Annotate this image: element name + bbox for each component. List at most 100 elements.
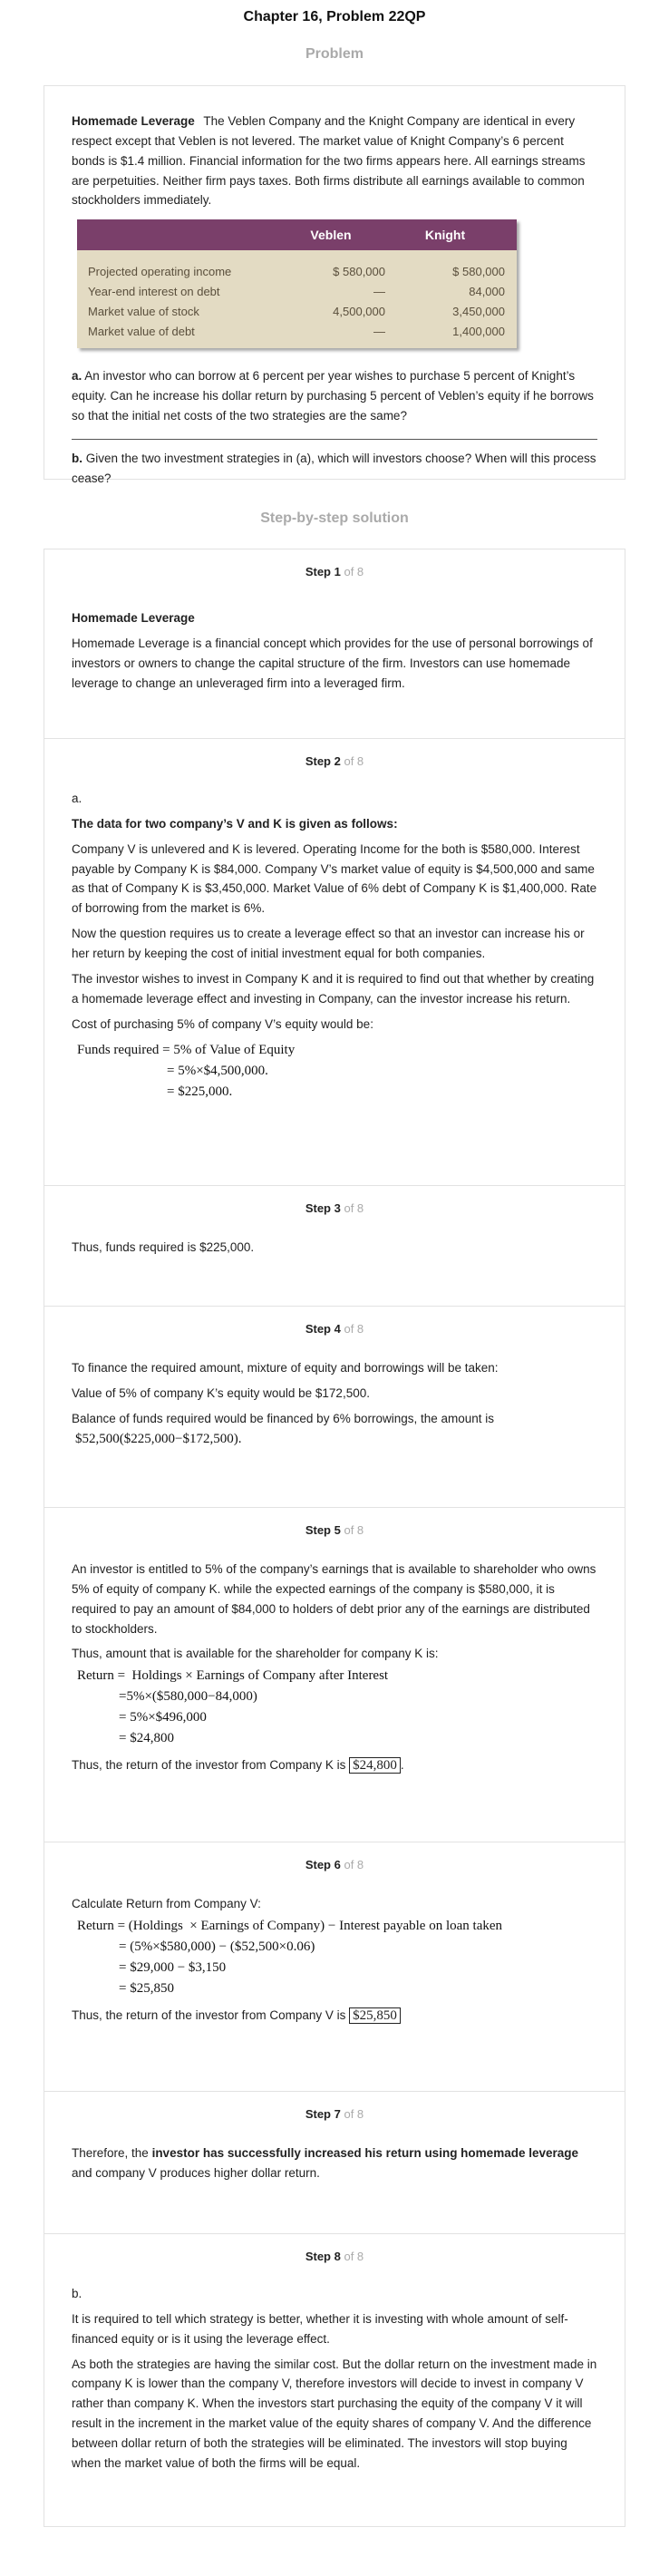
formula-block: Funds required = 5% of Value of Equity =… xyxy=(72,1040,597,1103)
step-8: Step 8 of 8 b. It is required to tell wh… xyxy=(44,2234,625,2526)
solution-section-label: Step-by-step solution xyxy=(260,510,409,526)
question-b-text: Given the two investment strategies in (… xyxy=(72,451,596,485)
step-7: Step 7 of 8 Therefore, the investor has … xyxy=(44,2092,625,2234)
problem-card: Homemade Leverage The Veblen Company and… xyxy=(44,85,625,485)
step-total: of 8 xyxy=(344,1201,364,1215)
step-text: Now the question requires us to create a… xyxy=(72,927,585,961)
part-label: b. xyxy=(72,2287,82,2301)
formula-line: Return = Holdings × Earnings of Company … xyxy=(77,1668,389,1684)
table-header-cell: Veblen xyxy=(310,227,352,242)
step-text: Cost of purchasing 5% of company V’s equ… xyxy=(72,1016,373,1031)
formula-block: Return = (Holdings × Earnings of Company… xyxy=(72,1916,597,1999)
step-4: Step 4 of 8 To finance the required amou… xyxy=(44,1307,625,1508)
formula-line: = $225,000. xyxy=(167,1084,233,1099)
question-a-label: a. xyxy=(72,369,82,384)
table-header: Veblen Knight xyxy=(77,219,517,251)
step-3: Step 3 of 8 Thus, funds required is $225… xyxy=(44,1186,625,1307)
formula-line: $52,500($225,000−$172,500). xyxy=(75,1431,242,1446)
answer-box: $25,850 xyxy=(349,2007,401,2024)
step-text: Therefore, the investor has successfully… xyxy=(72,2143,597,2183)
problem-text: The Veblen Company and the Knight Compan… xyxy=(72,114,586,208)
table-cell: Market value of stock xyxy=(88,304,199,318)
step-text: To finance the required amount, mixture … xyxy=(72,1361,499,1375)
question-a: a. An investor who can borrow at 6 perce… xyxy=(72,366,597,426)
formula-line: Funds required = 5% of Value of Equity xyxy=(77,1042,296,1057)
financial-data-table: Veblen Knight Projected operating income… xyxy=(77,219,517,349)
formula-block: Return = Holdings × Earnings of Company … xyxy=(72,1666,597,1749)
step-conclusion: Thus, the return of the investor from Co… xyxy=(72,1757,404,1774)
answer-box: $24,800 xyxy=(349,1757,401,1774)
table-cell: — xyxy=(373,284,385,298)
formula-line: = (5%×$580,000) − ($52,500×0.06) xyxy=(119,1939,315,1954)
table-cell: Market value of debt xyxy=(88,324,195,338)
text-emphasis: investor has successfully increased his … xyxy=(151,2146,578,2161)
question-b-label: b. xyxy=(72,451,82,465)
part-label: a. xyxy=(72,792,82,806)
conclusion-text: Thus, the return of the investor from Co… xyxy=(72,2007,346,2022)
step-number: Step 7 xyxy=(305,2107,341,2121)
step-header: Step 1 of 8 xyxy=(72,562,597,581)
step-5: Step 5 of 8 An investor is entitled to 5… xyxy=(44,1508,625,1842)
table-row: Market value of debt — 1,400,000 xyxy=(77,321,517,341)
step-text: Thus, funds required is $225,000. xyxy=(72,1240,255,1255)
formula-line: = 5%×$496,000 xyxy=(119,1710,207,1725)
step-header: Step 7 of 8 xyxy=(72,2105,597,2124)
step-text: An investor is entitled to 5% of the com… xyxy=(72,1562,596,1636)
step-1: Step 1 of 8 Homemade Leverage Homemade L… xyxy=(44,549,625,739)
formula-line: Return = (Holdings × Earnings of Company… xyxy=(77,1918,503,1933)
step-conclusion: Thus, the return of the investor from Co… xyxy=(72,2005,597,2027)
step-text: Value of 5% of company K’s equity would … xyxy=(72,1385,370,1400)
step-number: Step 2 xyxy=(305,754,341,768)
step-total: of 8 xyxy=(344,1858,364,1871)
table-cell: — xyxy=(373,324,385,338)
step-text: The investor wishes to invest in Company… xyxy=(72,971,595,1006)
question-b: b. Given the two investment strategies i… xyxy=(72,438,597,489)
step-header: Step 5 of 8 xyxy=(72,1521,597,1540)
step-header: Step 4 of 8 xyxy=(72,1319,597,1338)
step-total: of 8 xyxy=(344,754,364,768)
step-header: Step 2 of 8 xyxy=(72,752,597,771)
step-header: Step 6 of 8 xyxy=(72,1855,597,1874)
step-number: Step 1 xyxy=(305,565,341,578)
table-cell: 3,450,000 xyxy=(452,304,505,318)
step-text: Company V is unlevered and K is levered.… xyxy=(72,841,597,916)
table-cell: 1,400,000 xyxy=(452,324,505,338)
conclusion-text: Thus, the return of the investor from Co… xyxy=(72,1758,346,1773)
formula-line: = $24,800 xyxy=(119,1731,174,1746)
step-total: of 8 xyxy=(344,2107,364,2121)
problem-statement: Homemade Leverage The Veblen Company and… xyxy=(72,112,597,210)
formula-block: $52,500($225,000−$172,500). xyxy=(72,1429,597,1450)
step-text: Balance of funds required would be finan… xyxy=(72,1411,495,1425)
table-cell: $ 580,000 xyxy=(333,264,385,278)
question-a-text: An investor who can borrow at 6 percent … xyxy=(72,369,594,423)
table-header-cell: Knight xyxy=(424,227,466,242)
step-total: of 8 xyxy=(344,1322,364,1336)
table-cell: 84,000 xyxy=(469,284,505,298)
table-cell: $ 580,000 xyxy=(452,264,505,278)
step-total: of 8 xyxy=(344,1523,364,1537)
formula-line: = $29,000 − $3,150 xyxy=(119,1959,227,1975)
table-cell: Projected operating income xyxy=(88,264,232,278)
text-run: Therefore, the xyxy=(72,2146,149,2161)
step-total: of 8 xyxy=(344,2250,364,2263)
step-number: Step 8 xyxy=(305,2250,341,2263)
problem-section-label: Problem xyxy=(305,46,364,62)
table-cell: Year-end interest on debt xyxy=(88,284,220,298)
step-heading: The data for two company’s V and K is gi… xyxy=(72,816,398,831)
table-row: Year-end interest on debt — 84,000 xyxy=(77,281,517,301)
formula-line: = $25,850 xyxy=(119,1980,174,1996)
formula-line: = 5%×$4,500,000. xyxy=(167,1063,268,1078)
step-number: Step 6 xyxy=(305,1858,341,1871)
step-number: Step 3 xyxy=(305,1201,341,1215)
table-cell: 4,500,000 xyxy=(333,304,385,318)
step-text: It is required to tell which strategy is… xyxy=(72,2311,568,2346)
step-heading: Homemade Leverage xyxy=(72,611,195,626)
problem-heading: Homemade Leverage xyxy=(72,114,195,128)
step-text: Thus, amount that is available for the s… xyxy=(72,1647,439,1661)
text-run: and company V produces higher dollar ret… xyxy=(72,2165,320,2180)
step-text: As both the strategies are having the si… xyxy=(72,2357,597,2470)
page-title: Chapter 16, Problem 22QP xyxy=(243,9,426,24)
step-header: Step 3 of 8 xyxy=(72,1199,597,1218)
solution-card: Step 1 of 8 Homemade Leverage Homemade L… xyxy=(44,549,625,2527)
step-2: Step 2 of 8 a. The data for two company’… xyxy=(44,739,625,1186)
